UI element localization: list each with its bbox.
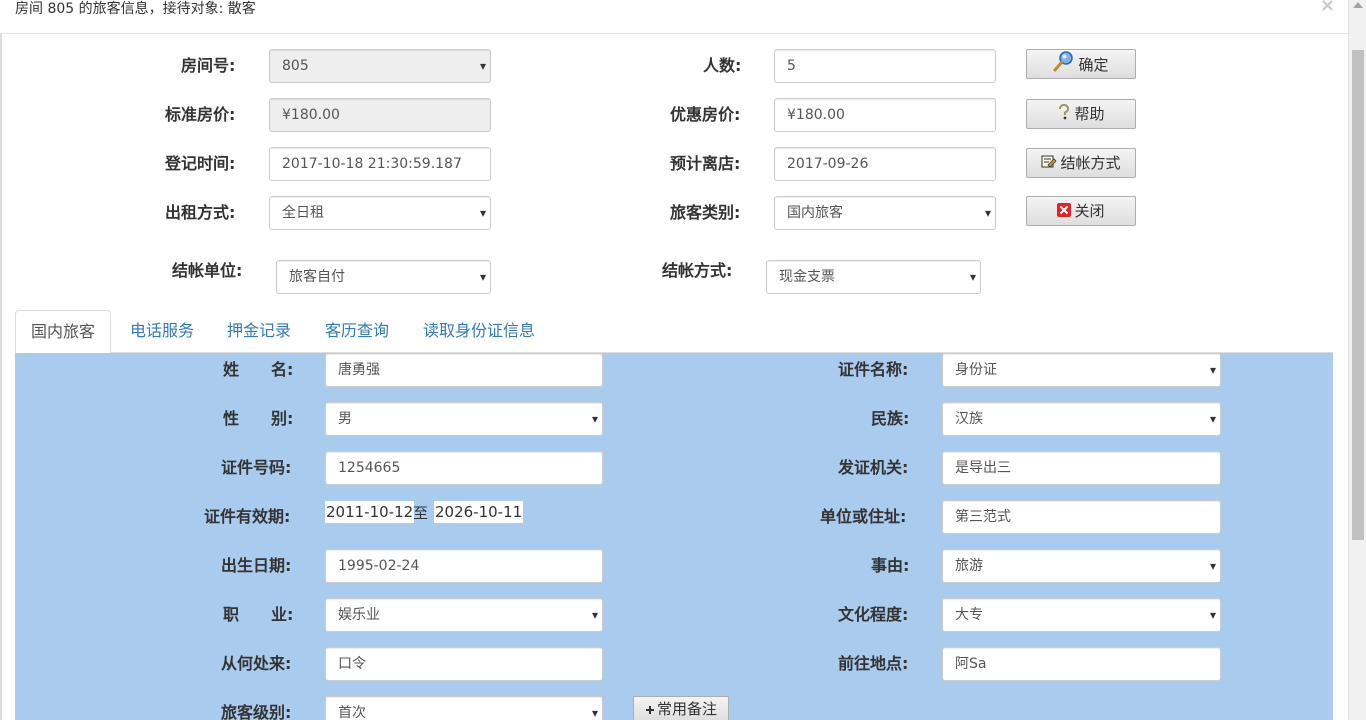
- payment-method-select[interactable]: 现金支票: [766, 260, 981, 294]
- id-valid-from-input[interactable]: 2011-10-12: [325, 501, 415, 523]
- billing-unit-label: 结帐单位:: [172, 261, 243, 280]
- search-icon: [1053, 50, 1075, 81]
- ethnicity-select[interactable]: 汉族: [942, 402, 1221, 436]
- std-price-field[interactable]: ¥180.00: [269, 98, 491, 132]
- tab-phone-service[interactable]: 电话服务: [115, 310, 209, 353]
- vertical-scrollbar[interactable]: [1348, 0, 1366, 720]
- origin-field[interactable]: 口令: [325, 647, 603, 681]
- confirm-button-label: 确定: [1078, 56, 1109, 74]
- guest-level-select[interactable]: 首次: [325, 696, 603, 720]
- help-icon: [1057, 101, 1071, 129]
- common-notes-button[interactable]: 常用备注: [633, 696, 729, 720]
- tab-deposit-records[interactable]: 押金记录: [212, 310, 306, 353]
- guest-tabs: 国内旅客 电话服务 押金记录 客历查询 读取身份证信息: [15, 310, 1333, 354]
- close-button[interactable]: 关闭: [1026, 196, 1136, 226]
- dialog-title: 房间 805 的旅客信息，接待对象: 散客: [15, 1, 256, 17]
- help-button[interactable]: 帮助: [1026, 99, 1136, 129]
- billing-method-button[interactable]: 结帐方式: [1026, 148, 1136, 178]
- guest-level-label: 旅客级别:: [221, 703, 292, 720]
- tab-guest-history[interactable]: 客历查询: [310, 310, 404, 353]
- discount-price-field[interactable]: ¥180.00: [774, 98, 996, 132]
- guest-type-label: 旅客类别:: [670, 203, 741, 222]
- issuer-field[interactable]: 是导出三: [942, 451, 1221, 485]
- reason-label: 事由:: [871, 556, 910, 575]
- id-validity-label: 证件有效期:: [204, 507, 291, 526]
- room-no-label: 房间号:: [181, 56, 236, 75]
- id-valid-to-input[interactable]: 2026-10-11: [434, 501, 524, 523]
- gender-label: 性 别:: [223, 409, 294, 428]
- tab-read-id-card[interactable]: 读取身份证信息: [408, 310, 550, 353]
- discount-price-label: 优惠房价:: [670, 105, 741, 124]
- confirm-button[interactable]: 确定: [1026, 49, 1136, 79]
- birth-date-field[interactable]: 1995-02-24: [325, 549, 603, 583]
- id-number-label: 证件号码:: [221, 458, 292, 477]
- checkin-time-label: 登记时间:: [165, 154, 236, 173]
- issuer-label: 发证机关:: [838, 458, 909, 477]
- people-field[interactable]: 5: [774, 49, 996, 83]
- occupation-select[interactable]: 娱乐业: [325, 598, 603, 632]
- address-label: 单位或住址:: [820, 507, 907, 526]
- birth-date-label: 出生日期:: [221, 556, 292, 575]
- scrollbar-thumb[interactable]: [1352, 50, 1364, 540]
- plus-icon: [645, 698, 655, 720]
- rent-mode-select[interactable]: 全日租: [269, 196, 491, 230]
- checkin-time-field[interactable]: 2017-10-18 21:30:59.187: [269, 147, 491, 181]
- address-field[interactable]: 第三范式: [942, 500, 1221, 534]
- help-button-label: 帮助: [1074, 105, 1105, 123]
- id-number-field[interactable]: 1254665: [325, 451, 603, 485]
- education-label: 文化程度:: [838, 605, 909, 624]
- scroll-up-arrow-icon[interactable]: [1353, 2, 1363, 8]
- checkout-date-field[interactable]: 2017-09-26: [774, 147, 996, 181]
- tab-domestic-guest[interactable]: 国内旅客: [15, 310, 112, 354]
- invoice-icon: [1041, 150, 1058, 178]
- name-label: 姓 名:: [223, 360, 294, 379]
- people-label: 人数:: [703, 56, 742, 75]
- rent-mode-label: 出租方式:: [165, 203, 236, 222]
- billing-unit-select[interactable]: 旅客自付: [276, 260, 491, 294]
- id-type-select[interactable]: 身份证: [942, 353, 1221, 387]
- gender-select[interactable]: 男: [325, 402, 603, 436]
- ethnicity-label: 民族:: [871, 409, 910, 428]
- common-notes-button-label: 常用备注: [656, 700, 717, 718]
- education-select[interactable]: 大专: [942, 598, 1221, 632]
- occupation-label: 职 业:: [223, 605, 294, 624]
- destination-field[interactable]: 阿Sa: [942, 647, 1221, 681]
- id-type-label: 证件名称:: [838, 360, 909, 379]
- close-red-icon: [1057, 198, 1072, 226]
- checkout-date-label: 预计离店:: [670, 154, 741, 173]
- close-button-label: 关闭: [1074, 202, 1105, 220]
- origin-label: 从何处来:: [221, 654, 292, 673]
- std-price-label: 标准房价:: [165, 105, 236, 124]
- room-no-select[interactable]: 805: [269, 49, 491, 83]
- billing-method-button-label: 结帐方式: [1060, 154, 1121, 172]
- reason-select[interactable]: 旅游: [942, 549, 1221, 583]
- dialog-titlebar: 房间 805 的旅客信息，接待对象: 散客 ×: [0, 0, 1348, 34]
- destination-label: 前往地点:: [838, 654, 909, 673]
- name-field[interactable]: 唐勇强: [325, 353, 603, 387]
- payment-method-label: 结帐方式:: [662, 261, 733, 280]
- id-validity-separator: 至: [413, 504, 429, 522]
- close-icon[interactable]: ×: [1320, 0, 1335, 16]
- dialog-left-border: [0, 34, 2, 720]
- guest-type-select[interactable]: 国内旅客: [774, 196, 996, 230]
